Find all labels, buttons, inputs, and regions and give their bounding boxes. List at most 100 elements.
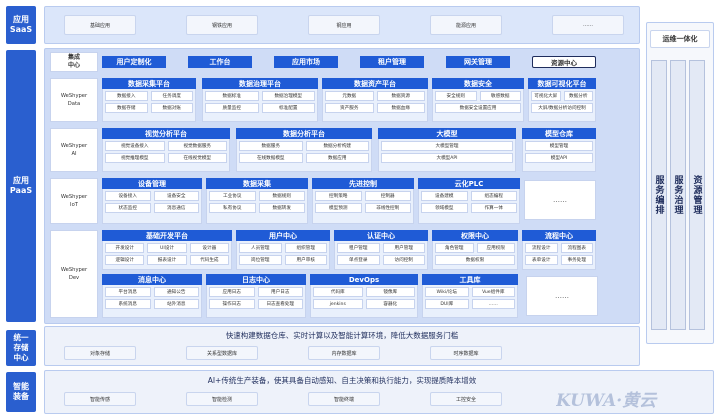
module-item[interactable]: 日志查看处理 — [257, 299, 303, 309]
module-item[interactable]: 消息通信 — [153, 203, 199, 213]
module-item[interactable]: 视觉推理模型 — [105, 153, 165, 163]
saas-item[interactable]: …… — [552, 15, 624, 35]
module-title[interactable]: 数据采集 — [206, 178, 308, 189]
module-item[interactable]: 角色管理 — [435, 243, 474, 253]
module-item[interactable]: 开发设计 — [105, 243, 145, 253]
module-title[interactable]: 大模型 — [378, 128, 516, 139]
module-item[interactable]: 状态监控 — [105, 203, 151, 213]
module-item[interactable]: 敏感数据 — [479, 91, 521, 101]
module-item[interactable]: 用户日志 — [257, 287, 303, 297]
module-title[interactable]: 用户中心 — [236, 230, 330, 241]
module-item[interactable]: 镜像库 — [365, 287, 415, 297]
module-item[interactable]: 数据治理模型 — [261, 91, 315, 101]
module-item[interactable]: Vue组件库 — [471, 287, 515, 297]
module-title[interactable]: 权限中心 — [432, 230, 518, 241]
module-item[interactable]: Wiki/论坛 — [425, 287, 469, 297]
module-item[interactable]: 元数据 — [325, 91, 374, 101]
module-item[interactable]: 可视化大屏 — [531, 91, 561, 101]
module-item[interactable]: 模型预测 — [315, 203, 362, 213]
module-item[interactable]: 通知公告 — [153, 287, 199, 297]
module-item[interactable]: 流程设计 — [525, 243, 558, 253]
module-item[interactable]: 平台消息 — [105, 287, 151, 297]
module-item[interactable]: 视觉设备接入 — [105, 141, 165, 151]
module-item[interactable]: 在线视觉模型 — [167, 153, 227, 163]
storage-item[interactable]: 关系型数据库 — [186, 346, 258, 360]
module-item[interactable]: 访问控制 — [382, 255, 425, 265]
module-item[interactable]: 数据分析构建 — [305, 141, 369, 151]
module-item[interactable]: 站外消息 — [153, 299, 199, 309]
module-title[interactable]: 数据可视化平台 — [528, 78, 596, 89]
module-title[interactable]: 模型仓库 — [522, 128, 596, 139]
tab-integration[interactable]: 工作台 — [188, 56, 252, 68]
module-item[interactable]: 数据权限 — [435, 255, 515, 265]
saas-item[interactable]: 基础应用 — [64, 15, 136, 35]
module-item[interactable]: 领域模型 — [421, 203, 468, 213]
module-item[interactable]: 控制器 — [364, 191, 411, 201]
module-title[interactable]: 设备管理 — [102, 178, 202, 189]
module-item[interactable]: 设备安全 — [153, 191, 199, 201]
module-item[interactable]: 组织管理 — [284, 243, 327, 253]
module-item[interactable]: 数据分析 — [563, 91, 593, 101]
module-item[interactable]: 视觉数据服务 — [167, 141, 227, 151]
module-item[interactable]: 代码生成 — [189, 255, 229, 265]
module-item[interactable]: …… — [471, 299, 515, 309]
storage-item[interactable]: 内存数据库 — [308, 346, 380, 360]
module-title[interactable]: 数据分析平台 — [236, 128, 372, 139]
module-item[interactable]: 质量监控 — [205, 103, 259, 113]
module-title[interactable]: 数据资产平台 — [322, 78, 428, 89]
module-item[interactable]: 数据对账 — [150, 103, 193, 113]
module-item[interactable]: 大模型管理 — [381, 141, 513, 151]
module-title[interactable]: 基础开发平台 — [102, 230, 232, 241]
module-title[interactable]: 工具库 — [422, 274, 518, 285]
module-item[interactable]: 逻辑设计 — [105, 255, 145, 265]
module-item[interactable]: 标准配置 — [261, 103, 315, 113]
module-item[interactable]: 数据接入 — [105, 91, 148, 101]
module-item[interactable]: 非线性控制 — [364, 203, 411, 213]
module-item[interactable]: 在线数据模型 — [239, 153, 303, 163]
module-item[interactable]: 租户管理 — [337, 243, 380, 253]
saas-item[interactable]: 钢应用 — [308, 15, 380, 35]
module-item[interactable]: 代码库 — [313, 287, 363, 297]
equip-item[interactable]: 工控安全 — [430, 392, 502, 406]
module-item[interactable]: 资产服务 — [325, 103, 374, 113]
module-item[interactable]: 模型管理 — [525, 141, 593, 151]
equip-item[interactable]: 智能传感 — [64, 392, 136, 406]
equip-item[interactable]: 智能终端 — [308, 392, 380, 406]
module-item[interactable]: 报表设计 — [147, 255, 187, 265]
module-item[interactable]: 大屏/数据分析访问控制 — [531, 103, 593, 113]
storage-item[interactable]: 对象存储 — [64, 346, 136, 360]
module-item[interactable]: 数据服务 — [239, 141, 303, 151]
module-item[interactable]: 大模型API — [381, 153, 513, 163]
module-item[interactable]: DUI库 — [425, 299, 469, 309]
tab-integration[interactable]: 租户管理 — [360, 56, 424, 68]
module-item[interactable]: 任务调度 — [150, 91, 193, 101]
module-item[interactable]: 模型API — [525, 153, 593, 163]
module-item[interactable]: 组态编程 — [470, 191, 517, 201]
module-item[interactable]: 安全规则 — [435, 91, 477, 101]
module-item[interactable]: 容器化 — [365, 299, 415, 309]
module-title[interactable]: 日志中心 — [206, 274, 306, 285]
module-item[interactable]: 数据安全设置应用 — [435, 103, 521, 113]
tab-integration[interactable]: 用户定制化 — [102, 56, 166, 68]
module-title[interactable]: 消息中心 — [102, 274, 202, 285]
module-title[interactable]: 先进控制 — [312, 178, 414, 189]
module-item[interactable]: 数据资源 — [376, 91, 425, 101]
tab-integration[interactable]: 网关管理 — [446, 56, 510, 68]
module-item[interactable]: 用户审核 — [284, 255, 327, 265]
module-item[interactable]: 事务处理 — [560, 255, 593, 265]
equip-item[interactable]: 智能检测 — [186, 392, 258, 406]
module-item[interactable]: UI设计 — [147, 243, 187, 253]
module-item[interactable]: 设备接入 — [105, 191, 151, 201]
module-item[interactable]: 用户管理 — [382, 243, 425, 253]
module-item[interactable]: 操作日志 — [209, 299, 255, 309]
module-item[interactable]: 系统消息 — [105, 299, 151, 309]
module-item[interactable]: 人员管理 — [239, 243, 282, 253]
module-item[interactable]: 表单设计 — [525, 255, 558, 265]
tab-integration[interactable]: 应用市场 — [274, 56, 338, 68]
module-item[interactable]: 数据标准 — [205, 91, 259, 101]
module-item[interactable]: 控制策略 — [315, 191, 362, 201]
module-item[interactable]: 岗位管理 — [239, 255, 282, 265]
module-item[interactable]: 私有协议 — [209, 203, 256, 213]
module-item[interactable]: 作算一体 — [470, 203, 517, 213]
module-title[interactable]: 认证中心 — [334, 230, 428, 241]
